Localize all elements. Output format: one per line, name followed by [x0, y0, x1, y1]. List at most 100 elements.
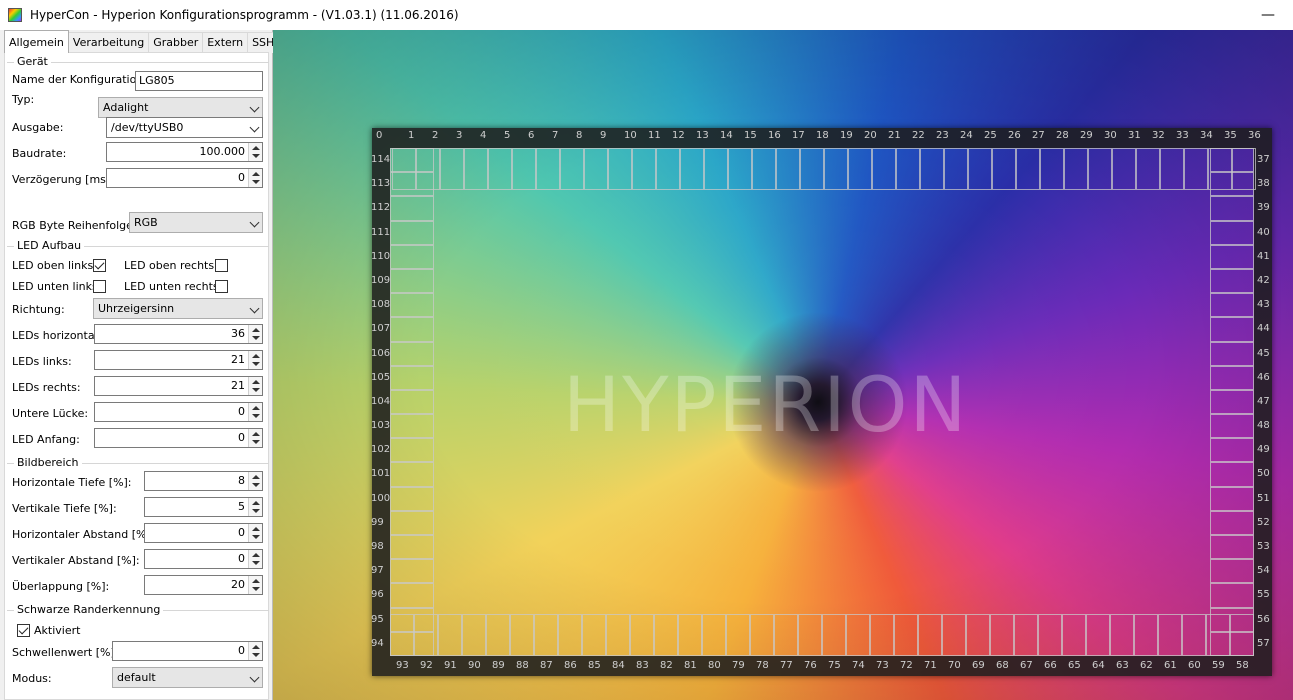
led-anfang-spinner[interactable]: 0 — [94, 428, 263, 448]
tab-grabber[interactable]: Grabber — [148, 32, 204, 53]
led-cell — [1134, 614, 1158, 656]
led-number-bottom: 70 — [948, 660, 961, 671]
typ-select[interactable]: Adalight — [98, 97, 263, 118]
aktiviert-checkbox[interactable] — [17, 624, 30, 637]
spinner-arrows[interactable] — [248, 429, 262, 447]
led-number-top: 23 — [936, 130, 949, 141]
minimize-button[interactable]: — — [1253, 0, 1283, 30]
led-cell — [822, 614, 846, 656]
baudrate-value: 100.000 — [199, 145, 246, 158]
h-tiefe-value: 8 — [238, 474, 245, 487]
h-abstand-spinner[interactable]: 0 — [144, 523, 263, 543]
spinner-arrows[interactable] — [248, 550, 262, 568]
led-cell — [606, 614, 630, 656]
richtung-select[interactable]: Uhrzeigersinn — [93, 298, 263, 319]
spinner-arrows[interactable] — [248, 403, 262, 421]
led-cell — [390, 196, 434, 221]
led-cell — [512, 148, 536, 190]
led-number-bottom: 91 — [444, 660, 457, 671]
led-cell — [656, 148, 680, 190]
ueberlappung-spinner[interactable]: 20 — [144, 575, 263, 595]
led-number-bottom: 65 — [1068, 660, 1081, 671]
led-bottom-left-checkbox[interactable] — [93, 280, 106, 293]
led-number-bottom: 84 — [612, 660, 625, 671]
modus-select[interactable]: default — [112, 667, 263, 688]
led-cell — [1210, 583, 1254, 608]
led-cell — [944, 148, 968, 190]
baudrate-spinner[interactable]: 100.000 — [106, 142, 263, 162]
modus-value: default — [117, 671, 156, 684]
spinner-arrows[interactable] — [248, 472, 262, 490]
led-preview: HYPERION 0 1 2 3 4 5 6 7 8 9 10 11 12 13 14 15 16 17 18 19 2… — [273, 30, 1293, 700]
leds-links-spinner[interactable]: 21 — [94, 350, 263, 370]
led-cell — [1112, 148, 1136, 190]
arrow-up-icon — [252, 501, 260, 505]
led-number-top: 18 — [816, 130, 829, 141]
ausgabe-combo[interactable]: /dev/ttyUSB0 — [106, 117, 263, 138]
led-number-left: 94 — [371, 637, 384, 649]
rgb-order-select[interactable]: RGB — [129, 212, 263, 233]
h-tiefe-spinner[interactable]: 8 — [144, 471, 263, 491]
chevron-down-icon — [249, 303, 260, 314]
spinner-arrows[interactable] — [248, 642, 262, 660]
arrow-down-icon — [252, 483, 260, 487]
led-cell — [1210, 196, 1254, 221]
delay-spinner[interactable]: 0 — [106, 168, 263, 188]
schwellenwert-value: 0 — [238, 644, 245, 657]
led-number-bottom: 74 — [852, 660, 865, 671]
led-cell — [390, 148, 434, 173]
spinner-arrows[interactable] — [248, 169, 262, 187]
group-title: Schwarze Randerkennung — [14, 603, 164, 616]
led-number-left: 100 — [371, 492, 391, 504]
led-number-left: 111 — [371, 226, 391, 238]
spinner-arrows[interactable] — [248, 351, 262, 369]
leds-horizontal-spinner[interactable]: 36 — [94, 324, 263, 344]
arrow-up-icon — [252, 406, 260, 410]
h-tiefe-label: Horizontale Tiefe [%]: — [12, 476, 132, 489]
chevron-down-icon — [249, 102, 260, 113]
led-number-top: 34 — [1200, 130, 1213, 141]
led-number-right: 46 — [1257, 371, 1270, 383]
v-abstand-spinner[interactable]: 0 — [144, 549, 263, 569]
spinner-arrows[interactable] — [248, 498, 262, 516]
tab-extern[interactable]: Extern — [202, 32, 249, 53]
spinner-arrows[interactable] — [248, 377, 262, 395]
spinner-arrows[interactable] — [248, 524, 262, 542]
led-cell — [1210, 486, 1254, 511]
spinner-arrows[interactable] — [248, 325, 262, 343]
led-cell — [728, 148, 752, 190]
config-name-input[interactable]: LG805 — [135, 71, 263, 91]
spinner-arrows[interactable] — [248, 576, 262, 594]
led-number-top: 3 — [456, 130, 463, 141]
led-cell — [776, 148, 800, 190]
led-top-right-checkbox[interactable] — [215, 259, 228, 272]
v-tiefe-spinner[interactable]: 5 — [144, 497, 263, 517]
led-cell — [1210, 535, 1254, 560]
led-number-bottom: 75 — [828, 660, 841, 671]
led-number-right: 54 — [1257, 565, 1270, 577]
led-number-top: 13 — [696, 130, 709, 141]
tab-verarbeitung[interactable]: Verarbeitung — [67, 32, 150, 53]
untere-luecke-spinner[interactable]: 0 — [94, 402, 263, 422]
spinner-arrows[interactable] — [248, 143, 262, 161]
tab-allgemein[interactable]: Allgemein — [4, 30, 69, 53]
led-number-bottom: 86 — [564, 660, 577, 671]
led-cell — [582, 614, 606, 656]
led-cell — [584, 148, 608, 190]
led-cell — [872, 148, 896, 190]
led-cell — [918, 614, 942, 656]
led-number-bottom: 82 — [660, 660, 673, 671]
arrow-up-icon — [252, 475, 260, 479]
led-cell — [534, 614, 558, 656]
led-top-left-checkbox[interactable] — [93, 259, 106, 272]
led-number-top: 14 — [720, 130, 733, 141]
led-number-bottom: 66 — [1044, 660, 1057, 671]
led-number-bottom: 92 — [420, 660, 433, 671]
led-bottom-right-checkbox[interactable] — [215, 280, 228, 293]
schwellenwert-spinner[interactable]: 0 — [112, 641, 263, 661]
leds-links-label: LEDs links: — [12, 355, 72, 368]
led-number-right: 48 — [1257, 420, 1270, 432]
leds-rechts-spinner[interactable]: 21 — [94, 376, 263, 396]
led-number-top: 24 — [960, 130, 973, 141]
led-number-top: 32 — [1152, 130, 1165, 141]
